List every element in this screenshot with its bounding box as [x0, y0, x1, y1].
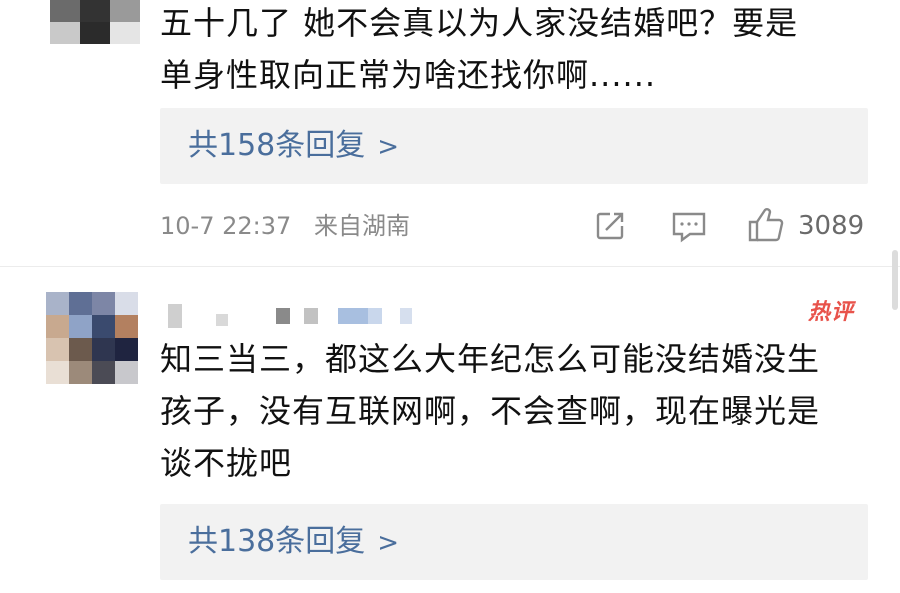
replies-count-label: 共158条回复: [188, 128, 366, 163]
scrollbar[interactable]: [892, 250, 898, 310]
share-icon[interactable]: [592, 208, 628, 256]
comment-line: 孩子，没有互联网啊，不会查啊，现在曝光是: [160, 392, 821, 430]
comment-icon[interactable]: [670, 208, 708, 256]
chevron-right-icon: >: [377, 132, 400, 162]
hot-comment-badge: 热评: [808, 300, 855, 325]
comment-divider: [0, 266, 900, 267]
comment-line: 知三当三，都这么大年纪怎么可能没结婚没生: [160, 340, 821, 378]
like-icon[interactable]: [746, 206, 786, 256]
timestamp: 10-7 22:37: [160, 212, 292, 240]
comment-text: 五十几了 她不会真以为人家没结婚吧？要是 单身性取向正常为啥还找你啊......: [160, 0, 798, 98]
comment-line: 单身性取向正常为啥还找你啊......: [160, 56, 657, 94]
chevron-right-icon: >: [377, 528, 400, 558]
view-replies-link[interactable]: 共138条回复 >: [188, 522, 399, 563]
username[interactable]: [168, 304, 418, 328]
replies-box[interactable]: 共138条回复 >: [160, 504, 868, 580]
like-count[interactable]: 3089: [798, 206, 864, 246]
comment-text: 知三当三，都这么大年纪怎么可能没结婚没生 孩子，没有互联网啊，不会查啊，现在曝光…: [160, 336, 820, 486]
location: 来自湖南: [314, 212, 410, 240]
avatar[interactable]: [46, 292, 138, 384]
comment-line: 谈不拢吧: [160, 444, 293, 482]
replies-count-label: 共138条回复: [188, 524, 366, 559]
comment-meta: 10-7 22:37 来自湖南 3089: [160, 206, 868, 246]
view-replies-link[interactable]: 共158条回复 >: [188, 126, 399, 167]
avatar[interactable]: [50, 0, 140, 44]
comment-line: 五十几了 她不会真以为人家没结婚吧？要是: [160, 4, 799, 42]
replies-box[interactable]: 共158条回复 >: [160, 108, 868, 184]
